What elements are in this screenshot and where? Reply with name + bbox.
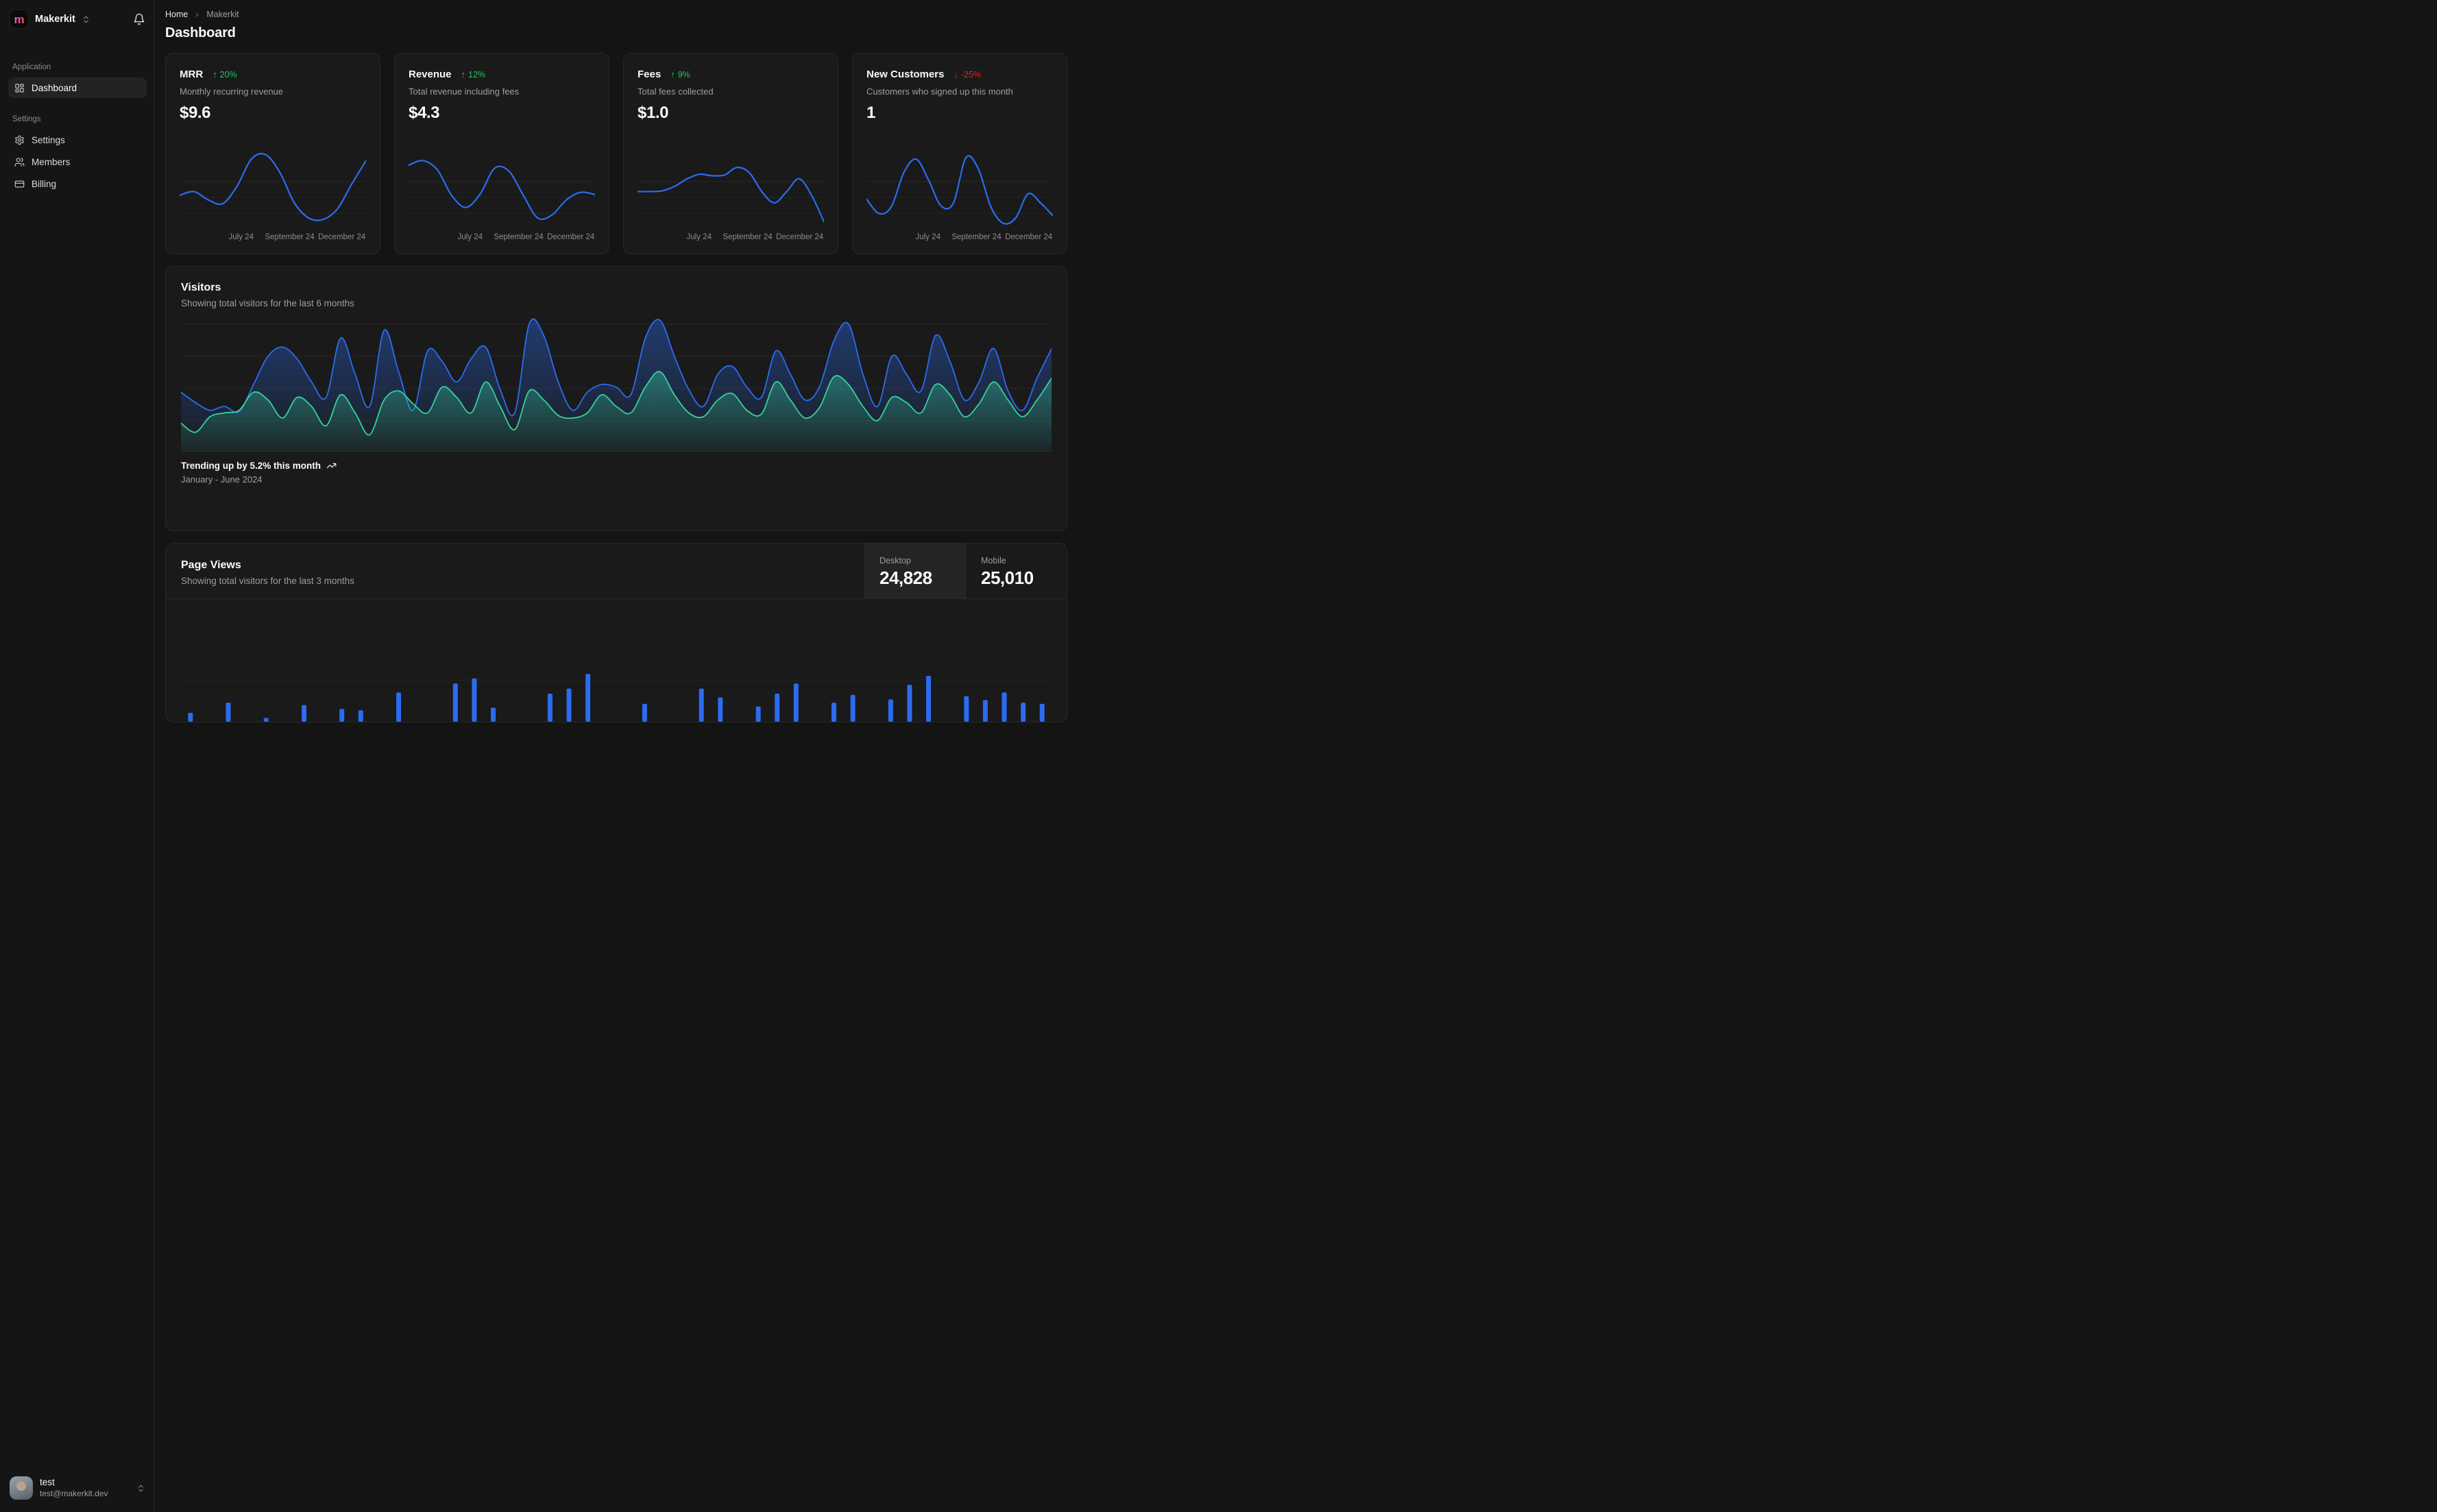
nav-section-label: Settings — [12, 115, 41, 123]
desktop-label: Desktop — [880, 555, 911, 565]
breadcrumb-current[interactable]: Makerkit — [206, 10, 239, 19]
user-name: test — [40, 1477, 55, 1488]
stat-title: Revenue — [409, 69, 452, 80]
trend-badge: ↑ 20% — [213, 69, 237, 80]
stat-description: Monthly recurring revenue — [180, 86, 284, 97]
mobile-toggle[interactable]: Mobile 25,010 — [965, 544, 1067, 598]
stat-card-new-customers: New Customers ↓ -25% Customers who signed… — [852, 53, 1067, 254]
stat-card-revenue: Revenue ↑ 12% Total revenue including fee… — [394, 53, 609, 254]
sidebar-item-settings[interactable]: Settings — [8, 130, 147, 150]
stat-value: $4.3 — [409, 103, 440, 122]
stat-card-fees: Fees ↑ 9% Total fees collected $1.0 July … — [623, 53, 838, 254]
stat-description: Customers who signed up this month — [866, 86, 1013, 97]
dashboard-icon — [15, 83, 24, 93]
desktop-value: 24,828 — [880, 567, 932, 588]
new-customers-sparkline-chart — [865, 148, 1054, 228]
page-views-title: Page Views — [181, 559, 241, 571]
trend-arrow-icon: ↓ — [954, 69, 958, 80]
settings-icon — [15, 135, 24, 145]
mobile-value: 25,010 — [981, 567, 1034, 588]
revenue-sparkline-chart — [407, 148, 596, 228]
stat-description: Total revenue including fees — [409, 86, 520, 97]
breadcrumb: Home Makerkit — [165, 10, 1067, 19]
makerkit-logo: m — [10, 10, 29, 29]
breadcrumb-home-link[interactable]: Home — [165, 10, 188, 19]
stat-value: $9.6 — [180, 103, 211, 122]
stat-title: MRR — [180, 69, 204, 80]
stat-description: Total fees collected — [638, 86, 714, 97]
trend-arrow-icon: ↑ — [670, 69, 675, 80]
trend-badge: ↓ -25% — [954, 69, 982, 80]
page-views-subtitle: Showing total visitors for the last 3 mo… — [181, 576, 354, 586]
x-axis-labels: July 24 September 24 December 24 — [686, 233, 824, 241]
chevrons-up-down-icon — [138, 1485, 143, 1491]
chevrons-up-down-icon — [84, 16, 88, 23]
trend-badge: ↑ 12% — [461, 69, 486, 80]
billing-icon — [14, 180, 25, 187]
user-email: test@makerkit.dev — [40, 1488, 108, 1498]
sidebar-item-label: Dashboard — [32, 82, 77, 93]
trending-up-icon — [326, 463, 337, 469]
page-views-card: Page Views Showing total visitors for th… — [165, 543, 1067, 722]
chevron-right-icon — [196, 12, 199, 17]
stat-title: New Customers — [866, 69, 945, 80]
x-axis-labels: July 24 September 24 December 24 — [915, 233, 1053, 241]
page-views-bar-chart — [181, 599, 1052, 722]
trend-arrow-icon: ↑ — [213, 69, 217, 80]
stat-card-mrr: MRR ↑ 20% Monthly recurring revenue $9.6 … — [165, 53, 380, 254]
sidebar-nav: Application Dashboard Settings Settings … — [8, 63, 147, 195]
x-axis-labels: July 24 September 24 December 24 — [457, 233, 595, 241]
mobile-label: Mobile — [981, 555, 1006, 565]
members-icon — [14, 157, 25, 167]
bell-icon[interactable] — [133, 13, 145, 25]
stat-value: $1.0 — [638, 103, 669, 122]
trend-arrow-icon: ↑ — [461, 69, 466, 80]
main-content: Home Makerkit Dashboard MRR ↑ 20% Monthly… — [154, 0, 1075, 722]
sidebar-item-members[interactable]: Members — [8, 151, 147, 172]
user-menu[interactable]: test test@makerkit.dev — [8, 1474, 147, 1502]
mrr-sparkline-chart — [178, 148, 367, 228]
page-title: Dashboard — [165, 25, 236, 40]
sidebar-item-label: Members — [32, 156, 71, 167]
nav-section-label: Application — [12, 63, 51, 71]
visitors-area-chart — [180, 317, 1052, 452]
desktop-toggle[interactable]: Desktop 24,828 — [864, 544, 965, 598]
sidebar-item-dashboard[interactable]: Dashboard — [8, 77, 147, 98]
visitors-date-range: January - June 2024 — [181, 474, 263, 485]
user-avatar — [10, 1476, 33, 1500]
x-axis-labels: July 24 September 24 December 24 — [228, 233, 366, 241]
visitors-card: Visitors Showing total visitors for the … — [165, 266, 1067, 531]
workspace-selector[interactable]: m Makerkit — [8, 10, 147, 29]
sidebar-item-billing[interactable]: Billing — [8, 173, 147, 194]
fees-sparkline-chart — [636, 148, 825, 228]
stat-value: 1 — [866, 103, 875, 122]
sidebar-item-label: Billing — [32, 178, 57, 189]
stat-title: Fees — [638, 69, 662, 80]
visitors-subtitle: Showing total visitors for the last 6 mo… — [181, 298, 354, 308]
sidebar: m Makerkit Application Dashboard Setting… — [0, 0, 154, 1512]
sidebar-item-label: Settings — [32, 134, 65, 145]
workspace-name: Makerkit — [35, 14, 75, 25]
stat-cards-row: MRR ↑ 20% Monthly recurring revenue $9.6 … — [165, 53, 1067, 254]
trend-badge: ↑ 9% — [670, 69, 690, 80]
visitors-title: Visitors — [181, 282, 221, 293]
visitors-trend-text: Trending up by 5.2% this month — [181, 461, 322, 471]
